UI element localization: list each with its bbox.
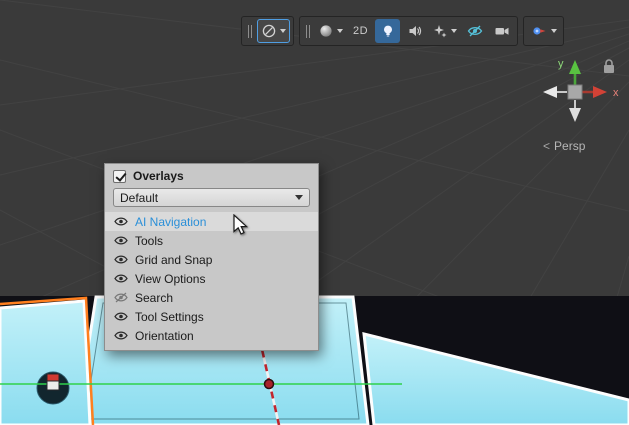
scene-toolbar: 2D xyxy=(241,16,564,46)
scene-camera-gizmo-button[interactable] xyxy=(527,19,560,43)
audio-icon xyxy=(407,23,423,39)
chevron-down-icon xyxy=(295,195,303,200)
overlay-preset-dropdown[interactable]: Default xyxy=(113,188,310,207)
eye-icon[interactable] xyxy=(114,311,128,322)
overlay-item-label: Grid and Snap xyxy=(135,253,212,267)
effects-button[interactable] xyxy=(429,19,460,43)
overlay-item-view-options[interactable]: View Options xyxy=(105,269,318,288)
overlay-item-label: Orientation xyxy=(135,329,194,343)
eye-icon[interactable] xyxy=(114,330,128,341)
overlay-item-label: View Options xyxy=(135,272,205,286)
overlay-item-label: Tool Settings xyxy=(135,310,204,324)
chevron-down-icon xyxy=(551,29,557,33)
projection-toggle[interactable]: < Persp xyxy=(543,139,585,153)
overlays-title: Overlays xyxy=(133,169,184,183)
eye-icon[interactable] xyxy=(114,216,128,227)
overlays-enabled-checkbox[interactable] xyxy=(113,170,126,183)
overlay-item-orientation[interactable]: Orientation xyxy=(105,326,318,345)
path-point xyxy=(265,380,274,389)
overlay-item-label: AI Navigation xyxy=(135,215,206,229)
drag-handle-icon[interactable] xyxy=(303,25,313,38)
overlay-item-tools[interactable]: Tools xyxy=(105,231,318,250)
axis-y-cone[interactable] xyxy=(569,60,581,74)
projection-label: Persp xyxy=(554,139,585,153)
scene-visibility-button[interactable] xyxy=(462,19,487,43)
overlay-item-grid-and-snap[interactable]: Grid and Snap xyxy=(105,250,318,269)
scene-camera-gizmo-icon xyxy=(530,23,548,39)
toolbar-group-gizmo xyxy=(523,16,564,46)
axis-y-label: y xyxy=(558,58,564,70)
orientation-gizmo[interactable]: y x xyxy=(527,46,627,146)
unity-scene-view: 2D xyxy=(0,0,629,425)
axis-negy-cone[interactable] xyxy=(569,108,581,122)
toolbar-group-view xyxy=(241,16,294,46)
eye-icon[interactable] xyxy=(114,273,128,284)
camera-settings-button[interactable] xyxy=(489,19,514,43)
overlay-item-label: Tools xyxy=(135,234,163,248)
overlays-header: Overlays xyxy=(105,164,318,187)
drag-handle-icon[interactable] xyxy=(245,25,255,38)
eye-hidden-icon xyxy=(467,23,483,39)
eye-icon[interactable] xyxy=(114,254,128,265)
overlay-item-label: Search xyxy=(135,291,173,305)
chevron-down-icon xyxy=(280,29,286,33)
effects-icon xyxy=(432,23,448,39)
preset-value: Default xyxy=(120,191,158,205)
overlay-item-search[interactable]: Search xyxy=(105,288,318,307)
agent-marker[interactable] xyxy=(47,374,59,390)
audio-toggle-button[interactable] xyxy=(402,19,427,43)
toolbar-group-main: 2D xyxy=(299,16,518,46)
toggle-2d-button[interactable]: 2D xyxy=(348,19,373,43)
draw-mode-button[interactable] xyxy=(315,19,346,43)
axis-x-cone[interactable] xyxy=(593,86,607,98)
eye-hidden-icon[interactable] xyxy=(114,292,128,303)
chevron-left-icon: < xyxy=(543,139,550,153)
overlay-item-ai-navigation[interactable]: AI Navigation xyxy=(105,212,318,231)
eye-icon[interactable] xyxy=(114,235,128,246)
shaded-sphere-icon xyxy=(318,23,334,39)
navmesh-plane-left[interactable] xyxy=(0,301,90,425)
compass-icon xyxy=(261,23,277,39)
gizmo-center-cube[interactable] xyxy=(568,85,582,99)
chevron-down-icon xyxy=(337,29,343,33)
lightbulb-icon xyxy=(380,23,396,39)
view-compass-button[interactable] xyxy=(257,19,290,43)
axis-negx-cone[interactable] xyxy=(543,86,557,98)
chevron-down-icon xyxy=(451,29,457,33)
overlay-item-list: AI Navigation Tools xyxy=(105,212,318,345)
camera-icon xyxy=(494,23,510,39)
2d-label: 2D xyxy=(351,25,370,37)
lock-icon[interactable] xyxy=(604,60,614,73)
overlays-menu: Overlays Default AI Navigation xyxy=(104,163,319,351)
overlay-item-tool-settings[interactable]: Tool Settings xyxy=(105,307,318,326)
lighting-toggle-button[interactable] xyxy=(375,19,400,43)
axis-x-label: x xyxy=(613,87,619,99)
